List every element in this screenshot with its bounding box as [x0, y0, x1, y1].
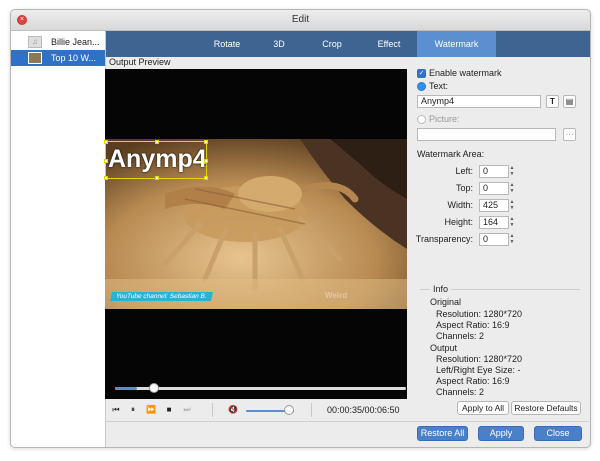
left-stepper[interactable]: ▲ ▼ [508, 165, 516, 178]
output-preview-label: Output Preview [109, 57, 171, 67]
output-channels: Channels: 2 [436, 387, 485, 397]
faint-brand-logo: Weird [325, 291, 348, 300]
music-note-icon: ♫ [28, 36, 42, 48]
picture-label: Picture: [429, 114, 460, 124]
enable-watermark-label: Enable watermark [429, 68, 502, 78]
top-input[interactable]: 0 [479, 182, 509, 195]
timecode: 00:00:35/00:06:50 [327, 405, 400, 415]
watermark-text: Anymp4 [108, 145, 207, 173]
watermark-area-label: Watermark Area: [417, 149, 485, 159]
width-label: Width: [447, 200, 473, 210]
top-stepper[interactable]: ▲ ▼ [508, 182, 516, 195]
transparency-stepper[interactable]: ▲ ▼ [508, 233, 516, 246]
tab-rotate[interactable]: Rotate [202, 31, 252, 57]
pause-icon[interactable]: ⏸ [127, 404, 139, 416]
enable-watermark-checkbox[interactable]: ✓ [417, 69, 426, 78]
restore-defaults-button[interactable]: Restore Defaults [511, 401, 581, 415]
original-channels: Channels: 2 [436, 331, 485, 341]
picture-path-input[interactable] [417, 128, 556, 141]
skip-back-icon[interactable]: ⏮ [110, 404, 122, 416]
original-title: Original [430, 297, 462, 307]
file-name: Top 10 W... [51, 53, 97, 63]
tab-bar: Rotate 3D Crop Effect Watermark [106, 31, 590, 57]
volume-knob[interactable] [284, 405, 294, 415]
resize-handle[interactable] [104, 176, 108, 180]
playback-progress[interactable] [115, 378, 406, 400]
height-input[interactable]: 164 [479, 216, 509, 229]
text-radio[interactable] [417, 82, 426, 91]
video-preview: Anymp4 YouTube channel: Sebastian B. Wei… [104, 69, 407, 399]
height-stepper[interactable]: ▲ ▼ [508, 216, 516, 229]
window-title: Edit [291, 14, 310, 25]
file-item-top-10[interactable]: Top 10 W... [11, 50, 105, 66]
divider [311, 403, 312, 417]
text-label: Text: [429, 81, 449, 91]
resize-handle[interactable] [204, 176, 208, 180]
title-bar: × Edit [11, 10, 590, 31]
video-thumbnail-icon [28, 52, 42, 64]
watermark-selection-box[interactable]: Anymp4 [104, 140, 208, 180]
apply-to-all-button[interactable]: Apply to All [457, 401, 509, 415]
width-stepper[interactable]: ▲ ▼ [508, 199, 516, 212]
progress-fill [115, 387, 137, 390]
top-label: Top: [455, 183, 473, 193]
browse-picture-button[interactable]: ··· [563, 128, 576, 141]
apply-button[interactable]: Apply [478, 426, 524, 441]
playback-controls: ⏮ ⏸ ⏩ ■ ⏭ 🔇 00:00:35/00:06:50 [105, 400, 415, 420]
width-input[interactable]: 425 [479, 199, 509, 212]
tab-3d[interactable]: 3D [264, 31, 294, 57]
resize-handle[interactable] [204, 159, 208, 163]
close-button[interactable]: Close [534, 426, 582, 441]
watermark-text-input[interactable]: Anymp4 [417, 95, 541, 108]
tab-watermark[interactable]: Watermark [417, 31, 496, 57]
transparency-input[interactable]: 0 [479, 233, 509, 246]
left-label: Left: [455, 166, 473, 176]
tab-effect[interactable]: Effect [368, 31, 410, 57]
left-input[interactable]: 0 [479, 165, 509, 178]
window-close-button[interactable]: × [17, 15, 27, 25]
file-item-billie-jean[interactable]: ♫ Billie Jean... [11, 34, 105, 50]
mute-icon[interactable]: 🔇 [227, 404, 239, 416]
resize-handle[interactable] [155, 176, 159, 180]
resize-handle[interactable] [204, 140, 208, 144]
restore-all-button[interactable]: Restore All [417, 426, 468, 441]
resize-handle[interactable] [104, 159, 108, 163]
divider [212, 403, 213, 417]
progress-knob[interactable] [149, 383, 159, 393]
file-list: ♫ Billie Jean... Top 10 W... [11, 31, 106, 447]
tab-crop[interactable]: Crop [314, 31, 350, 57]
resize-handle[interactable] [155, 140, 159, 144]
picture-radio[interactable] [417, 115, 426, 124]
channel-banner: YouTube channel: Sebastian B. [110, 292, 213, 301]
info-title: Info [430, 283, 452, 295]
text-color-button[interactable]: ▤ [563, 95, 576, 108]
resize-handle[interactable] [104, 140, 108, 144]
height-label: Height: [444, 217, 473, 227]
skip-forward-icon[interactable]: ⏭ [181, 404, 193, 416]
footer-divider [105, 421, 589, 422]
transparency-label: Transparency: [415, 234, 473, 244]
fast-forward-icon[interactable]: ⏩ [145, 404, 157, 416]
stop-icon[interactable]: ■ [163, 404, 175, 416]
font-button[interactable]: T [546, 95, 559, 108]
file-name: Billie Jean... [51, 37, 100, 47]
